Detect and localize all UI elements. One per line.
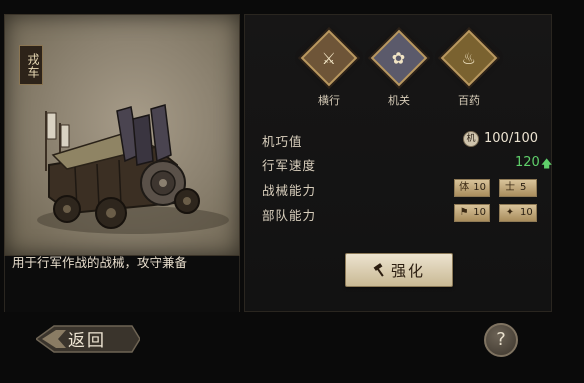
upgrade-button[interactable]: 强化 [345,253,453,287]
banner-badge: ⚑ 10 [454,204,490,222]
star-icon: ✦ [505,207,515,218]
morale-badge: 士 5 [499,179,537,197]
mechanism-badge-icon: 机 [463,131,479,147]
unit-type-tag: 戎车 [19,45,43,85]
skill-label: 横行 [318,94,340,107]
skill-label: 机关 [388,94,410,107]
star-badge: ✦ 10 [499,204,537,222]
banner-value: 10 [473,207,486,218]
skill-hengxing[interactable]: ⚔ 横行 [300,29,358,108]
skill-label: 百药 [458,94,480,107]
physique-badge: 体 10 [454,179,490,197]
help-button[interactable]: ? [484,323,518,357]
hammer-icon [373,263,384,277]
morale-icon: 士 [505,182,515,193]
skill-value: 100/100 [484,131,539,146]
gourd-medicine-icon: ♨ [440,29,498,87]
march-speed-label: 行军速度 [262,158,317,173]
troop-ability-label: 部队能力 [262,208,317,223]
star-value: 10 [520,207,533,218]
unit-description: 用于行军作战的战械，攻守兼备 [12,255,188,270]
banner-icon: ⚑ [459,207,469,218]
skill-baiyao[interactable]: ♨ 百药 [440,29,498,108]
war-chariot-artwork: 戎车 [4,14,240,256]
weapon-ability-label: 战械能力 [262,183,317,198]
speed-up-arrow-icon: 🡅 [541,157,553,170]
paw-mechanism-icon: ✿ [370,29,428,87]
skill-value-label: 机巧值 [262,134,303,149]
skill-jiguan[interactable]: ✿ 机关 [370,29,428,108]
back-label: 返回 [68,331,106,351]
upgrade-label: 强化 [390,261,425,280]
morale-value: 5 [520,182,527,193]
physique-icon: 体 [459,182,470,193]
march-speed-value: 120 [515,155,540,170]
physique-value: 10 [473,182,486,193]
crossed-swords-icon: ⚔ [300,29,358,87]
